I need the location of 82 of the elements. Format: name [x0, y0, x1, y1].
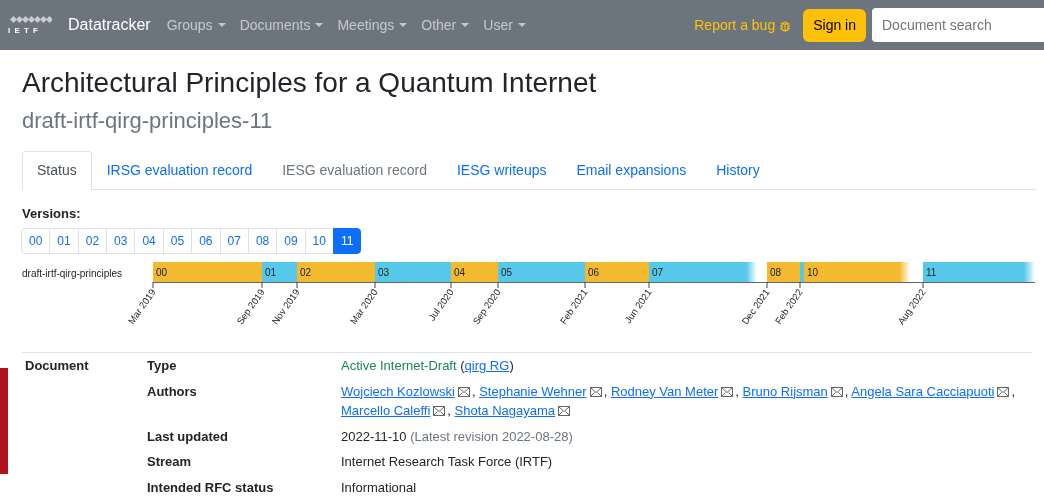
- segment-label: 08: [770, 267, 782, 278]
- segment-label: 07: [652, 267, 664, 278]
- version-button[interactable]: 04: [134, 228, 164, 255]
- revision-note: (Latest revision 2022-08-28): [410, 428, 573, 444]
- caret-icon: [315, 23, 324, 27]
- nav-menu[interactable]: Meetings: [337, 14, 408, 36]
- version-button[interactable]: 11: [332, 228, 362, 255]
- tab[interactable]: Status: [22, 150, 92, 190]
- version-button[interactable]: 06: [191, 228, 221, 255]
- segment-label: 05: [501, 267, 513, 278]
- version-button[interactable]: 10: [304, 228, 334, 255]
- segment-label: 00: [156, 267, 168, 278]
- nav-menu[interactable]: Documents: [239, 14, 324, 36]
- segment-label: 06: [588, 267, 600, 278]
- brand-link[interactable]: Datatracker: [68, 13, 151, 37]
- author-link[interactable]: Marcello Caleffi: [341, 403, 431, 418]
- draft-name: draft-irtf-qirg-principles-11: [22, 106, 274, 135]
- email-icon[interactable]: [457, 386, 470, 397]
- field-label: Authors: [147, 383, 197, 399]
- tab[interactable]: IRSG evaluation record: [91, 150, 268, 190]
- field-value: 2022-11-10: [341, 428, 407, 444]
- version-button[interactable]: 05: [162, 228, 193, 255]
- group-link[interactable]: qirg RG: [464, 358, 510, 373]
- author-link[interactable]: Stephanie Wehner: [479, 383, 587, 399]
- tab[interactable]: History: [701, 150, 775, 190]
- email-icon[interactable]: [558, 406, 571, 416]
- page-title: Architectural Principles for a Quantum Internet: [22, 66, 598, 100]
- segment-label: 04: [454, 267, 466, 278]
- email-icon[interactable]: [433, 406, 446, 416]
- report-bug-link[interactable]: Report a bug: [694, 14, 792, 36]
- section-label: Document: [25, 358, 89, 373]
- status-text: Active Internet-Draft: [341, 358, 457, 373]
- caret-icon: [517, 23, 526, 27]
- field-label: Stream: [147, 454, 192, 469]
- email-icon[interactable]: [997, 386, 1010, 397]
- version-button[interactable]: 07: [219, 228, 249, 255]
- caret-icon: [217, 23, 226, 27]
- version-button[interactable]: 01: [49, 228, 79, 255]
- separator: ,: [447, 403, 451, 418]
- field-label: Intended RFC status: [147, 479, 274, 495]
- search-field[interactable]: Document search: [872, 8, 1044, 42]
- version-button[interactable]: 09: [276, 228, 306, 255]
- separator: ,: [844, 383, 849, 399]
- version-button[interactable]: 03: [106, 228, 136, 255]
- tab[interactable]: IESG writeups: [442, 150, 562, 190]
- versions-label: Versions:: [22, 204, 82, 223]
- author-link[interactable]: Angela Sara Cacciapuoti: [851, 383, 995, 399]
- email-icon[interactable]: [830, 386, 843, 397]
- segment-label: 10: [807, 267, 819, 278]
- field-value: Internet Research Task Force (IRTF): [341, 454, 553, 469]
- sign-in-button[interactable]: Sign in: [803, 8, 866, 42]
- segment-label: 03: [378, 267, 390, 278]
- version-button[interactable]: 00: [21, 228, 51, 255]
- caret-icon: [399, 23, 408, 27]
- author-link[interactable]: Bruno Rijsman: [742, 383, 828, 399]
- nav-menu[interactable]: Other: [421, 14, 470, 36]
- version-button[interactable]: 08: [247, 228, 278, 255]
- field-value: ): [509, 358, 514, 373]
- separator: ,: [471, 383, 476, 399]
- field-label: Type: [147, 358, 177, 373]
- field-label: Last updated: [147, 428, 228, 444]
- nav-menu[interactable]: Groups: [166, 14, 226, 36]
- author-link[interactable]: Rodney Van Meter: [610, 383, 719, 399]
- tab[interactable]: Email expansions: [561, 150, 702, 190]
- caret-icon: [461, 23, 470, 27]
- separator: ,: [735, 383, 739, 399]
- separator: ,: [1011, 383, 1016, 399]
- email-icon[interactable]: [721, 386, 734, 397]
- separator: ,: [603, 383, 608, 399]
- author-link[interactable]: Wojciech Kozlowski: [341, 383, 455, 399]
- field-value: Informational: [341, 479, 417, 495]
- segment-label: 11: [926, 267, 937, 278]
- author-link[interactable]: Shota Nagayama: [454, 403, 556, 418]
- field-value: (: [460, 358, 465, 373]
- bug-icon: [779, 18, 792, 32]
- email-icon[interactable]: [589, 386, 602, 397]
- version-button[interactable]: 02: [77, 228, 108, 255]
- logo-text: I E T F: [8, 27, 39, 35]
- nav-menu[interactable]: User: [483, 14, 526, 36]
- segment-label: 01: [265, 267, 277, 278]
- timeline-label: draft-irtf-qirg-principles: [22, 267, 123, 281]
- segment-label: 02: [300, 267, 312, 278]
